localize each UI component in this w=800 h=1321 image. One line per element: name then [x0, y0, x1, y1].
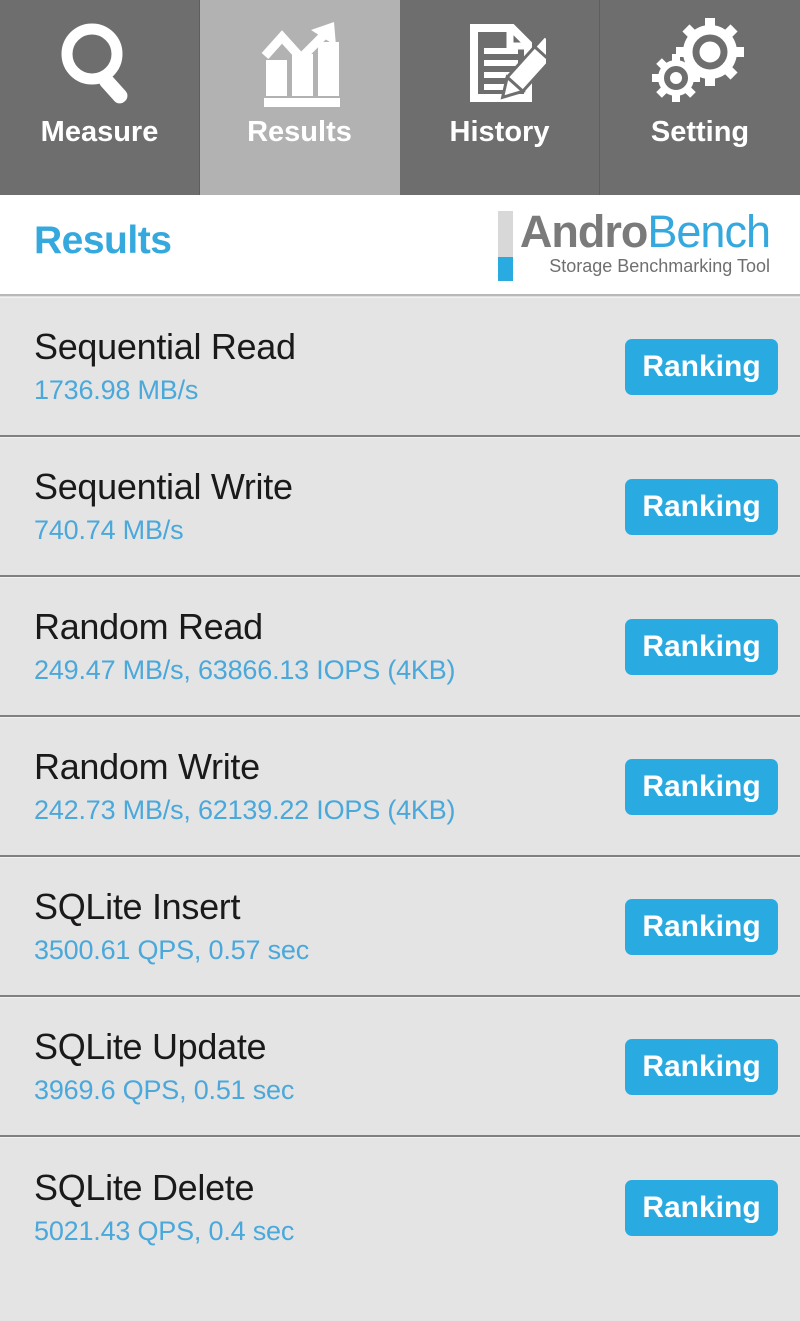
- table-row: SQLite Update 3969.6 QPS, 0.51 sec Ranki…: [0, 997, 800, 1137]
- benchmark-name: Sequential Write: [34, 466, 293, 507]
- benchmark-name: Random Write: [34, 746, 260, 787]
- ranking-button[interactable]: Ranking: [625, 758, 778, 815]
- table-row: SQLite Insert 3500.61 QPS, 0.57 sec Rank…: [0, 857, 800, 997]
- table-row: SQLite Delete 5021.43 QPS, 0.4 sec Ranki…: [0, 1137, 800, 1277]
- row-text-block: Random Write 242.73 MB/s, 62139.22 IOPS …: [34, 746, 456, 827]
- row-text-block: Sequential Read 1736.98 MB/s: [34, 326, 296, 407]
- row-text-block: Sequential Write 740.74 MB/s: [34, 466, 293, 547]
- androbench-app: Measure Results History Setting Results …: [0, 0, 800, 1321]
- table-row: Random Write 242.73 MB/s, 62139.22 IOPS …: [0, 717, 800, 857]
- page-title: Results: [34, 219, 172, 262]
- tab-label-results: Results: [247, 116, 352, 148]
- benchmark-name: SQLite Delete: [34, 1167, 255, 1208]
- benchmark-value: 249.47 MB/s, 63866.13 IOPS (4KB): [34, 655, 456, 685]
- bar-chart-arrow-icon: [240, 0, 360, 112]
- logo-tagline: Storage Benchmarking Tool: [549, 256, 770, 276]
- ranking-button[interactable]: Ranking: [625, 898, 778, 955]
- document-pencil-icon: [440, 0, 560, 112]
- tab-label-measure: Measure: [40, 116, 159, 148]
- row-text-block: SQLite Insert 3500.61 QPS, 0.57 sec: [34, 886, 309, 967]
- logo-word-bench: Bench: [647, 206, 771, 257]
- ranking-button[interactable]: Ranking: [625, 618, 778, 675]
- ranking-button[interactable]: Ranking: [625, 1179, 778, 1236]
- row-text-block: Random Read 249.47 MB/s, 63866.13 IOPS (…: [34, 606, 456, 687]
- magnifier-icon: [40, 0, 160, 112]
- ranking-button[interactable]: Ranking: [625, 1038, 778, 1095]
- row-text-block: SQLite Delete 5021.43 QPS, 0.4 sec: [34, 1167, 294, 1248]
- benchmark-value: 3969.6 QPS, 0.51 sec: [34, 1075, 295, 1105]
- table-row: Sequential Write 740.74 MB/s Ranking: [0, 437, 800, 577]
- tab-label-history: History: [449, 116, 550, 148]
- ranking-button[interactable]: Ranking: [625, 478, 778, 535]
- benchmark-value: 242.73 MB/s, 62139.22 IOPS (4KB): [34, 795, 456, 825]
- logo-word-andro: Andro: [519, 206, 648, 257]
- benchmark-value: 1736.98 MB/s: [34, 375, 199, 405]
- benchmark-name: Sequential Read: [34, 326, 296, 367]
- benchmark-value: 3500.61 QPS, 0.57 sec: [34, 935, 309, 965]
- tab-results[interactable]: Results: [200, 0, 400, 195]
- benchmark-name: SQLite Update: [34, 1026, 267, 1067]
- ranking-button[interactable]: Ranking: [625, 338, 778, 395]
- row-text-block: SQLite Update 3969.6 QPS, 0.51 sec: [34, 1026, 294, 1107]
- logo-text: AndroBench Storage Benchmarking Tool: [519, 206, 771, 277]
- gears-icon: [640, 0, 760, 112]
- androbench-logo: AndroBench Storage Benchmarking Tool: [497, 206, 771, 281]
- logo-mark-icon: [497, 211, 513, 281]
- tab-measure[interactable]: Measure: [0, 0, 200, 195]
- logo-mark-bottom-segment: [497, 257, 513, 281]
- benchmark-name: SQLite Insert: [34, 886, 241, 927]
- benchmark-name: Random Read: [34, 606, 263, 647]
- results-list: Sequential Read 1736.98 MB/s Ranking Seq…: [0, 296, 800, 1321]
- top-tab-bar: Measure Results History Setting: [0, 0, 800, 195]
- tab-label-setting: Setting: [650, 116, 750, 148]
- table-row: Sequential Read 1736.98 MB/s Ranking: [0, 297, 800, 437]
- tab-history[interactable]: History: [400, 0, 600, 195]
- benchmark-value: 740.74 MB/s: [34, 515, 184, 545]
- table-row: Random Read 249.47 MB/s, 63866.13 IOPS (…: [0, 577, 800, 717]
- tab-setting[interactable]: Setting: [600, 0, 800, 195]
- logo-wordmark: AndroBench: [519, 206, 771, 257]
- benchmark-value: 5021.43 QPS, 0.4 sec: [34, 1216, 295, 1246]
- page-header: Results AndroBench Storage Benchmarking …: [0, 195, 800, 296]
- logo-mark-top-segment: [497, 211, 513, 257]
